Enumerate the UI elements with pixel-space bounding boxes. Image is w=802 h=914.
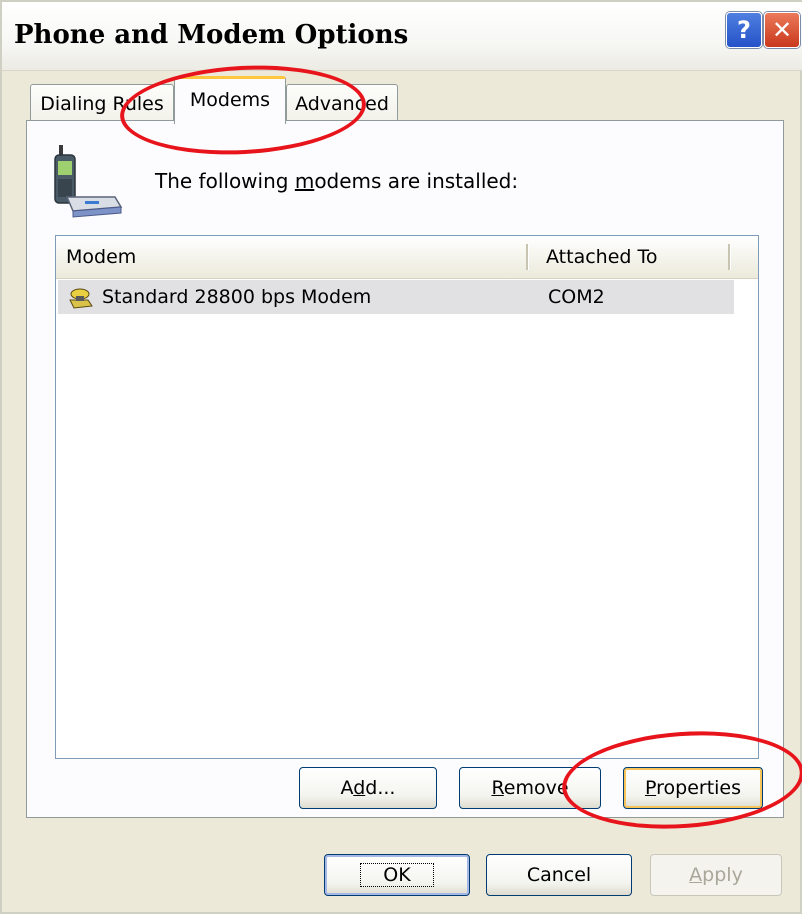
modem-name: Standard 28800 bps Modem (102, 286, 372, 308)
modems-tab-panel: The following modems are installed: Mode… (26, 120, 784, 818)
tab-advanced[interactable]: Advanced (286, 84, 398, 124)
modem-list[interactable]: Modem Attached To Standard 28800 bps Mod… (55, 235, 759, 759)
properties-button[interactable]: Properties (623, 767, 763, 809)
column-divider[interactable] (728, 244, 731, 270)
window-title: Phone and Modem Options (14, 20, 409, 50)
tab-dialing-rules[interactable]: Dialing Rules (30, 84, 174, 124)
apply-button[interactable]: Apply (650, 854, 782, 896)
help-icon: ? (737, 16, 751, 44)
phone-modem-icon (54, 145, 123, 218)
close-button[interactable]: ✕ (764, 12, 800, 48)
add-button[interactable]: Add... (299, 767, 437, 809)
ok-button[interactable]: OK (324, 854, 470, 896)
remove-button[interactable]: Remove (459, 767, 601, 809)
phone-modem-options-dialog: Phone and Modem Options ? ✕ Dialing Rule… (0, 0, 802, 914)
close-icon: ✕ (771, 16, 793, 44)
installed-modems-label: The following modems are installed: (155, 169, 519, 193)
column-divider[interactable] (526, 244, 529, 270)
modem-port: COM2 (548, 286, 605, 308)
column-header-attached-to[interactable]: Attached To (546, 236, 658, 278)
title-bar[interactable]: Phone and Modem Options ? ✕ (2, 2, 802, 71)
modem-icon (69, 288, 93, 309)
column-header-modem[interactable]: Modem (66, 236, 136, 278)
list-header: Modem Attached To (56, 236, 758, 279)
table-row[interactable]: Standard 28800 bps Modem COM2 (58, 280, 734, 314)
tab-modems[interactable]: Modems (174, 76, 286, 124)
help-button[interactable]: ? (726, 12, 762, 48)
cancel-button[interactable]: Cancel (486, 854, 632, 896)
